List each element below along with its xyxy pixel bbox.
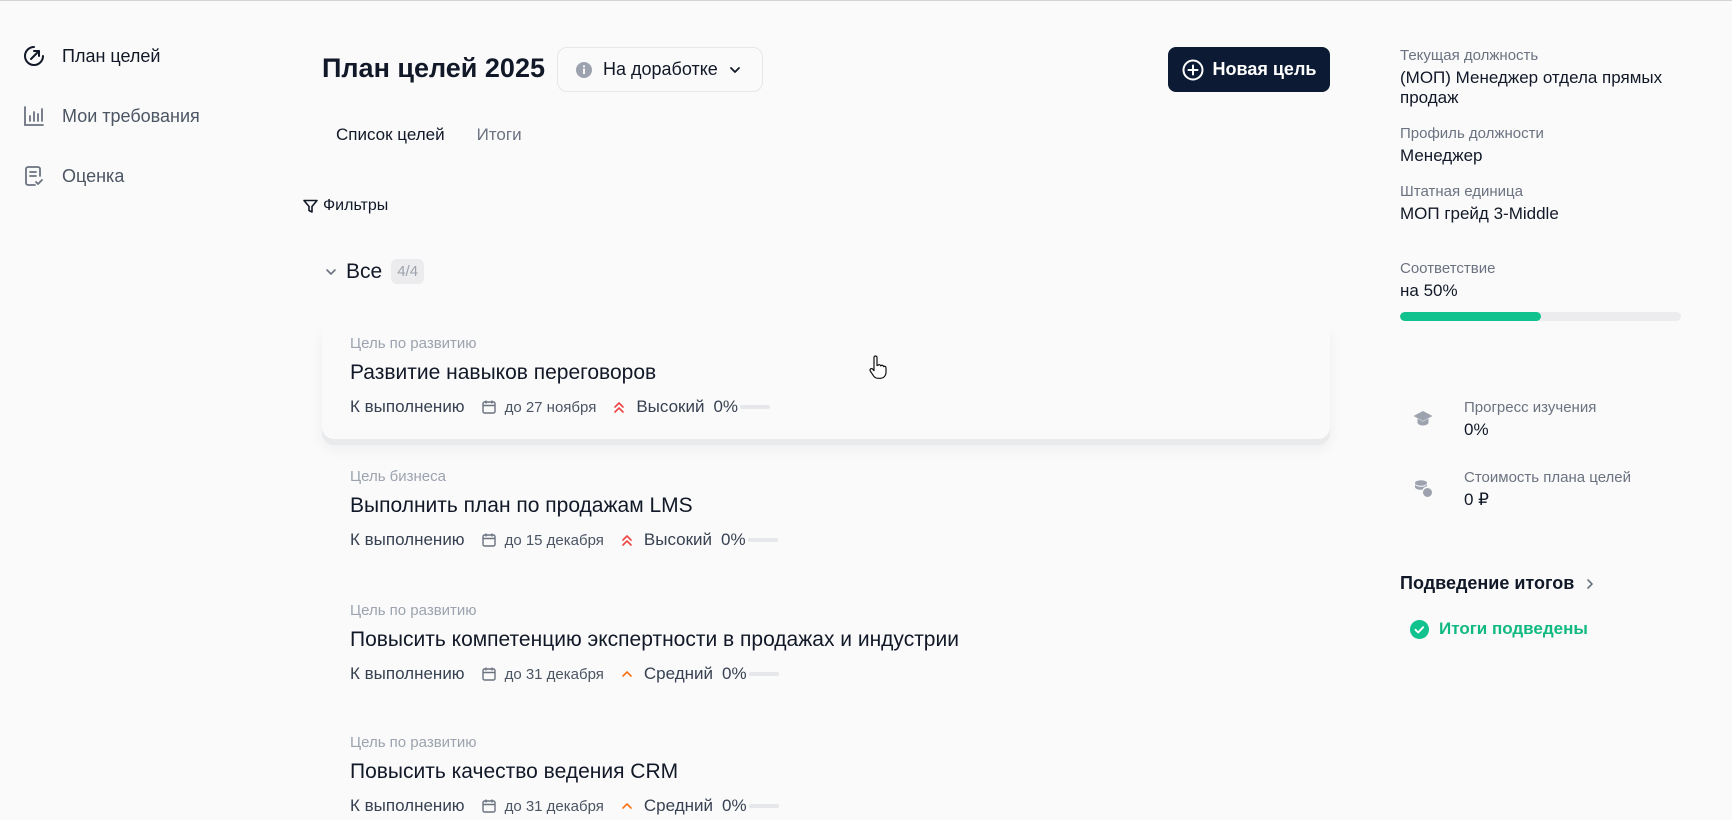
sidebar: План целей Мои требования Оценка <box>22 41 282 221</box>
tab-results[interactable]: Итоги <box>461 121 538 149</box>
match-label: Соответствие <box>1400 260 1496 277</box>
sidebar-item-assessment[interactable]: Оценка <box>22 161 282 191</box>
goal-progress-value: 0% <box>722 664 747 683</box>
goal-status: К выполнению <box>350 397 465 416</box>
priority-medium-icon <box>620 799 634 813</box>
goal-title: Повысить качество ведения CRM <box>350 760 679 783</box>
goal-type: Цель по развитию <box>350 602 477 619</box>
group-count-badge: 4/4 <box>391 259 425 284</box>
profile-value: Менеджер <box>1400 146 1483 165</box>
match-progress-fill <box>1400 312 1541 321</box>
goal-card[interactable]: Цель бизнеса Выполнить план по продажам … <box>322 452 1330 572</box>
tab-goal-list[interactable]: Список целей <box>320 121 461 149</box>
sidebar-item-label: Мои требования <box>62 105 200 126</box>
info-icon <box>575 61 593 79</box>
filters-label: Фильтры <box>323 197 389 214</box>
hand-pointer-icon <box>868 355 888 379</box>
document-check-icon <box>22 164 46 188</box>
group-label: Все <box>346 259 383 283</box>
goal-title: Повысить компетенцию экспертности в прод… <box>350 628 959 651</box>
calendar-icon <box>481 666 497 682</box>
unit-value: МОП грейд 3-Middle <box>1400 204 1559 223</box>
goal-title: Развитие навыков переговоров <box>350 361 657 384</box>
goal-progress-value: 0% <box>713 397 739 416</box>
goal-meta: К выполнению до 27 ноября Высокий 0% <box>350 397 771 417</box>
cost-label: Стоимость плана целей <box>1464 469 1632 486</box>
goal-progress-bar <box>740 405 771 409</box>
goal-priority: Средний <box>643 796 714 815</box>
goal-card[interactable]: Цель по развитию Развитие навыков перего… <box>322 319 1330 439</box>
goal-status: К выполнению <box>350 796 465 815</box>
profile-panel: Текущая должность (МОП) Менеджер отдела … <box>1400 47 1690 321</box>
graduation-cap-icon <box>1412 407 1434 429</box>
goal-progress-bar <box>748 804 779 808</box>
goal-deadline: до 15 декабря <box>504 531 604 549</box>
goal-meta: К выполнению до 31 декабря Средний 0% <box>350 796 779 816</box>
filter-icon <box>302 198 319 215</box>
goal-priority: Высокий <box>643 530 713 549</box>
status-dropdown[interactable]: На доработке <box>557 47 763 92</box>
chevron-right-icon <box>1584 578 1596 590</box>
new-goal-button[interactable]: Новая цель <box>1168 47 1330 92</box>
goal-priority: Высокий <box>636 397 705 416</box>
goal-priority: Средний <box>643 664 714 683</box>
calendar-icon <box>481 798 497 814</box>
goal-progress-bar <box>747 538 778 542</box>
coins-icon <box>1412 477 1434 499</box>
goal-meta: К выполнению до 15 декабря Высокий 0% <box>350 530 778 550</box>
learning-value: 0% <box>1464 420 1489 439</box>
target-arrow-icon <box>22 44 46 68</box>
goal-deadline: до 31 декабря <box>504 797 604 815</box>
summary-status-label: Итоги подведены <box>1439 619 1588 638</box>
chart-bars-icon <box>22 104 46 128</box>
group-toggle[interactable]: Все 4/4 <box>324 259 425 284</box>
priority-high-icon <box>620 533 634 547</box>
goal-deadline: до 27 ноября <box>504 398 597 416</box>
summary-link[interactable]: Подведение итогов <box>1400 573 1596 594</box>
calendar-icon <box>481 532 497 548</box>
match-progress-bar <box>1400 312 1681 321</box>
goal-progress-bar <box>748 672 779 676</box>
plus-circle-icon <box>1182 59 1204 81</box>
sidebar-item-goal-plan[interactable]: План целей <box>22 41 282 71</box>
goal-type: Цель по развитию <box>350 335 477 352</box>
new-goal-label: Новая цель <box>1212 59 1317 79</box>
goal-type: Цель по развитию <box>350 734 477 751</box>
goal-progress-value: 0% <box>721 530 746 549</box>
learning-progress-stat: Прогресс изучения 0% <box>1400 399 1596 440</box>
unit-label: Штатная единица <box>1400 183 1523 200</box>
page-title: План целей 2025 <box>322 53 545 83</box>
goal-status: К выполнению <box>350 530 465 549</box>
goal-meta: К выполнению до 31 декабря Средний 0% <box>350 664 779 684</box>
chevron-down-icon <box>324 265 338 279</box>
sidebar-item-label: План целей <box>62 45 161 66</box>
match-value: на 50% <box>1400 281 1458 300</box>
position-label: Текущая должность <box>1400 47 1539 64</box>
priority-medium-icon <box>620 667 634 681</box>
goal-title: Выполнить план по продажам LMS <box>350 494 693 517</box>
filters-button[interactable]: Фильтры <box>302 197 388 215</box>
calendar-icon <box>481 399 497 415</box>
goal-progress-value: 0% <box>722 796 747 815</box>
sidebar-item-label: Оценка <box>62 165 125 186</box>
priority-high-icon <box>612 400 626 414</box>
goal-card[interactable]: Цель по развитию Повысить качество веден… <box>322 718 1330 820</box>
learning-label: Прогресс изучения <box>1464 399 1597 416</box>
tabs: Список целей Итоги <box>320 121 538 149</box>
goal-deadline: до 31 декабря <box>504 665 604 683</box>
cost-value: 0 ₽ <box>1464 490 1489 509</box>
plan-cost-stat: Стоимость плана целей 0 ₽ <box>1400 469 1631 510</box>
goal-card[interactable]: Цель по развитию Повысить компетенцию эк… <box>322 586 1330 706</box>
check-circle-icon <box>1410 619 1429 639</box>
status-value: На доработке <box>603 59 718 79</box>
goal-status: К выполнению <box>350 664 465 683</box>
profile-label: Профиль должности <box>1400 125 1544 142</box>
summary-status: Итоги подведены <box>1410 619 1588 639</box>
position-value: (МОП) Менеджер отдела прямых продаж <box>1400 68 1663 107</box>
goal-type: Цель бизнеса <box>350 468 446 485</box>
sidebar-item-requirements[interactable]: Мои требования <box>22 101 282 131</box>
chevron-down-icon <box>728 63 742 77</box>
summary-link-label: Подведение итогов <box>1400 573 1575 593</box>
